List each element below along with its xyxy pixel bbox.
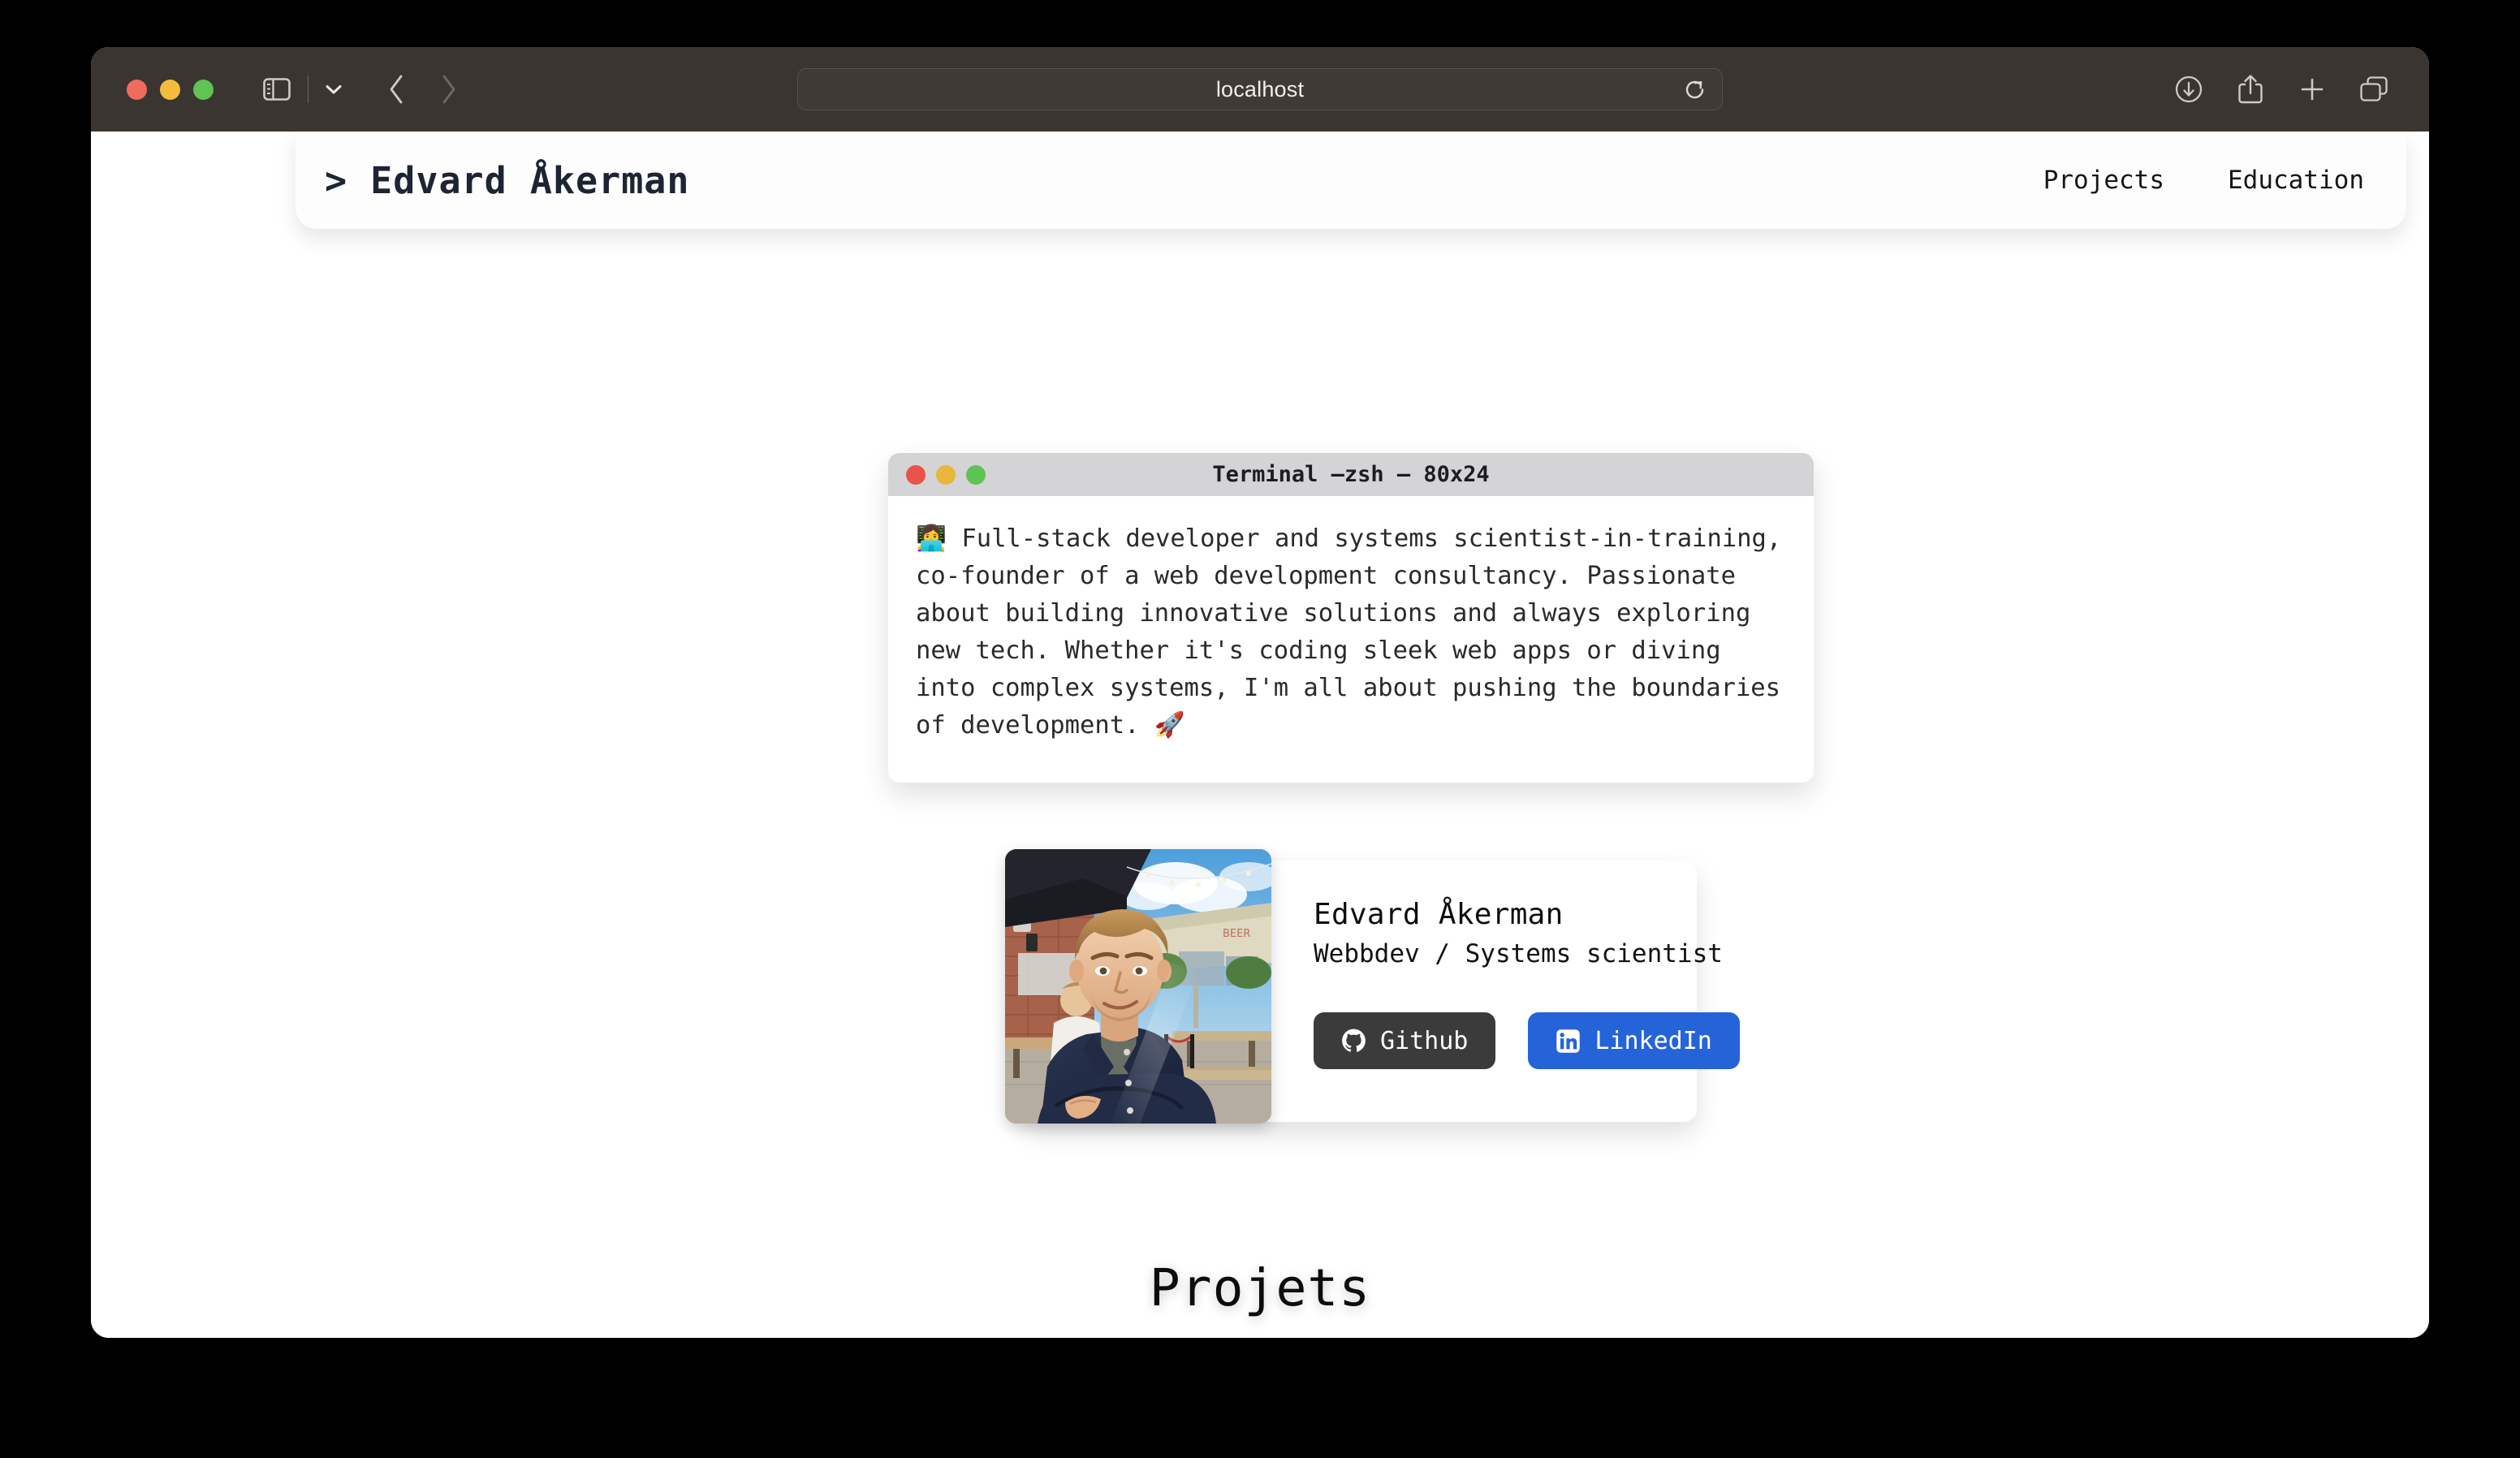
downloads-icon <box>2175 75 2203 103</box>
github-button-label: Github <box>1380 1026 1469 1055</box>
linkedin-button[interactable]: LinkedIn <box>1528 1012 1740 1069</box>
terminal-titlebar: Terminal —zsh — 80x24 <box>888 453 1814 496</box>
sidebar-icon <box>263 78 291 101</box>
tab-overview-button[interactable] <box>2351 67 2397 112</box>
page-viewport: > Edvard Åkerman Projects Education Term… <box>91 132 2429 1338</box>
profile-name: Edvard Åkerman <box>1314 898 1564 931</box>
nav-link-education[interactable]: Education <box>2228 166 2364 195</box>
projects-section: Projets Explore my GitHub for more detai… <box>91 1258 2429 1338</box>
site-nav: Projects Education <box>2043 166 2364 195</box>
profile-card: BEER Edvard Åkerman Webbdev / Systems sc… <box>1005 849 1740 1124</box>
page-title: > Edvard Åkerman <box>325 158 690 202</box>
maximize-window-button[interactable] <box>193 79 214 100</box>
github-button[interactable]: Github <box>1314 1012 1496 1069</box>
svg-text:BEER: BEER <box>1223 928 1250 940</box>
terminal-title: Terminal —zsh — 80x24 <box>1212 462 1490 487</box>
browser-toolbar: localhost <box>91 47 2429 132</box>
window-traffic-lights <box>127 79 214 100</box>
linkedin-icon <box>1556 1029 1581 1053</box>
plus-icon <box>2301 78 2324 101</box>
site-header: > Edvard Åkerman Projects Education <box>296 132 2406 229</box>
close-window-button[interactable] <box>127 79 147 100</box>
terminal-body-text: 👩‍💻 Full-stack developer and systems sci… <box>916 524 1797 740</box>
minimize-window-button[interactable] <box>160 79 180 100</box>
address-bar-text: localhost <box>1215 76 1305 101</box>
avatar: BEER <box>1005 849 1271 1124</box>
terminal-card: Terminal —zsh — 80x24 👩‍💻 Full-stack dev… <box>888 453 1814 783</box>
address-bar[interactable]: localhost <box>797 68 1723 110</box>
linkedin-button-label: LinkedIn <box>1594 1026 1712 1055</box>
github-icon <box>1342 1029 1366 1052</box>
navigation-arrows <box>373 67 471 112</box>
browser-window: localhost > Edvard Åkerman Projects Educ… <box>91 47 2429 1338</box>
portrait-photo-illustration: BEER <box>1005 849 1271 1124</box>
terminal-maximize-button[interactable] <box>966 464 986 485</box>
back-chevron-icon <box>390 75 403 104</box>
toolbar-divider <box>308 75 309 103</box>
chevron-down-icon <box>326 84 342 93</box>
tab-overview-icon <box>2360 76 2388 101</box>
nav-link-projects[interactable]: Projects <box>2043 166 2164 195</box>
projects-heading: Projets <box>1149 1258 1371 1318</box>
sidebar-toggle-button[interactable] <box>254 67 300 112</box>
share-button[interactable] <box>2228 67 2273 112</box>
back-button[interactable] <box>373 67 419 112</box>
terminal-close-button[interactable] <box>906 464 926 485</box>
new-tab-button[interactable] <box>2289 67 2335 112</box>
reload-icon <box>1685 80 1703 98</box>
projects-subtitle: Explore my GitHub for more details and t… <box>91 1335 2429 1338</box>
sidebar-menu-button[interactable] <box>317 68 351 110</box>
chrome-right-tools <box>2166 47 2397 132</box>
forward-button[interactable] <box>425 67 471 112</box>
profile-info: Edvard Åkerman Webbdev / Systems scienti… <box>1314 898 1740 1069</box>
reload-button[interactable] <box>1678 73 1711 106</box>
profile-social-buttons: Github LinkedIn <box>1314 1012 1740 1069</box>
share-icon <box>2238 75 2263 104</box>
profile-role: Webbdev / Systems scientist <box>1314 939 1723 968</box>
terminal-traffic-lights <box>906 464 986 485</box>
downloads-button[interactable] <box>2166 67 2211 112</box>
terminal-minimize-button[interactable] <box>936 464 956 485</box>
chrome-left-tools <box>254 67 471 112</box>
forward-chevron-icon <box>442 75 455 104</box>
